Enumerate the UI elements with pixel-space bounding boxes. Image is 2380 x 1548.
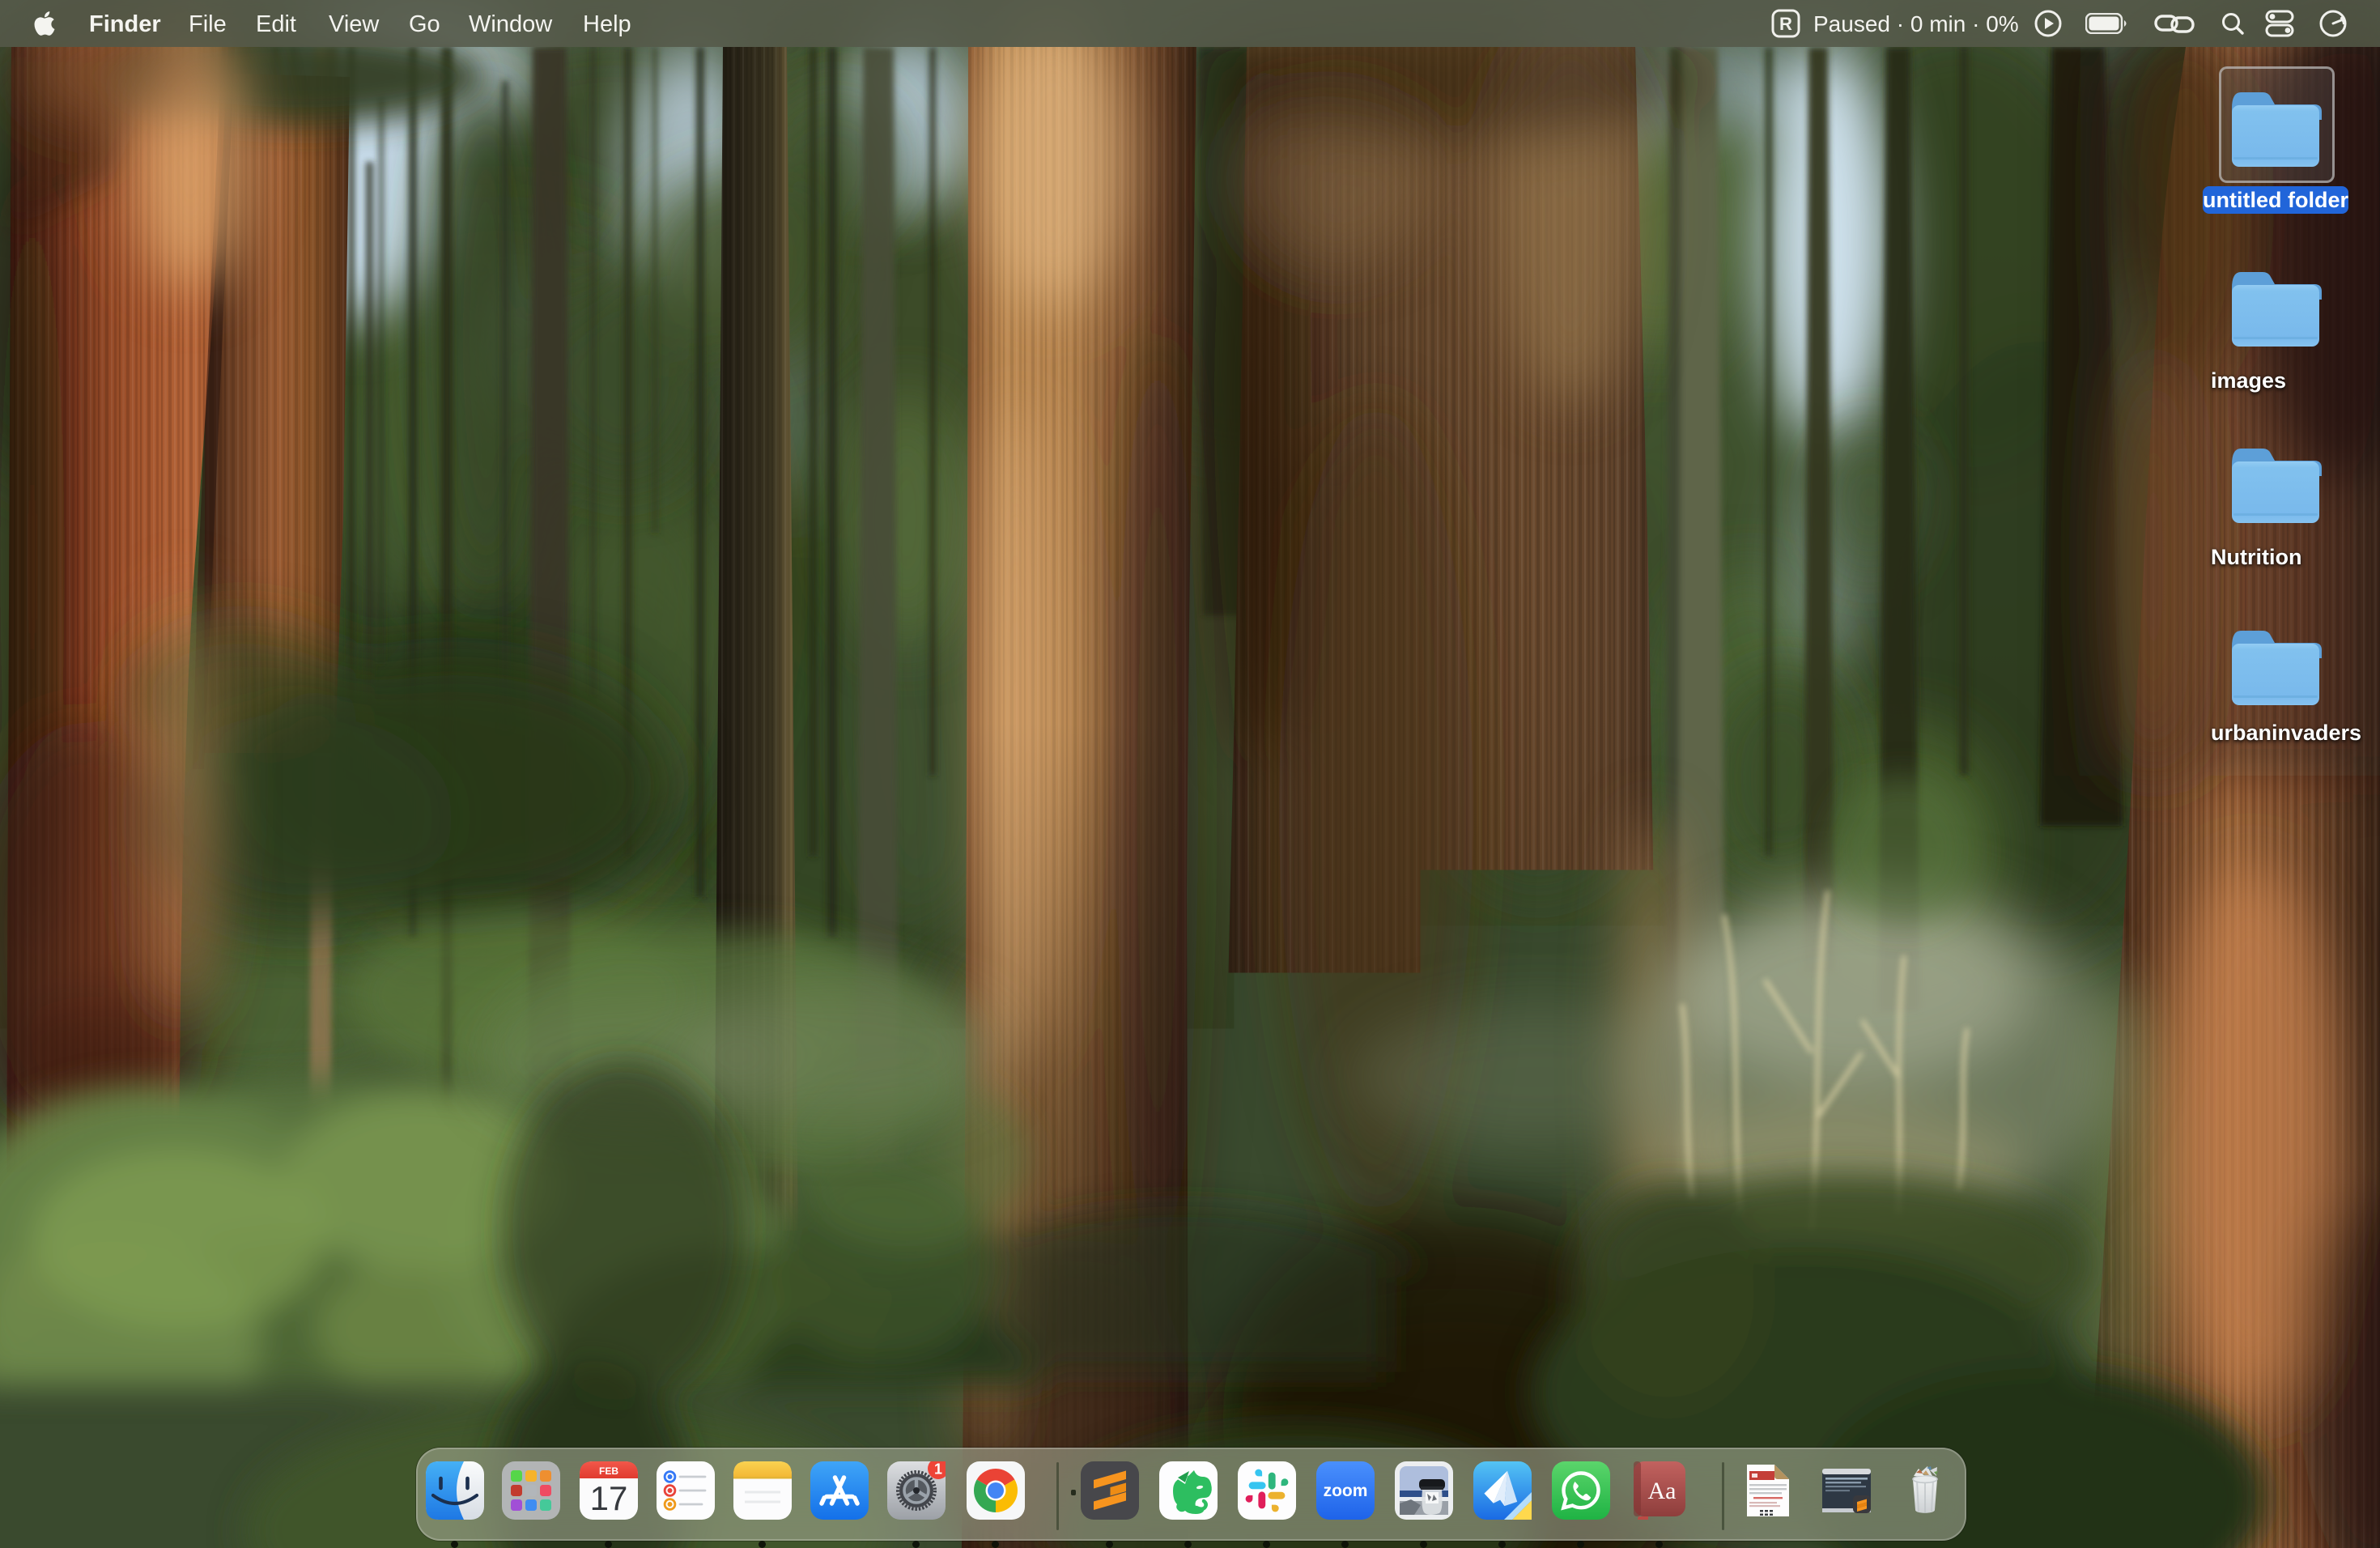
svg-text:zoom: zoom (1324, 1482, 1368, 1500)
svg-text:17: 17 (590, 1479, 628, 1517)
svg-text:1: 1 (934, 1461, 942, 1478)
svg-text:FEB: FEB (599, 1465, 618, 1477)
svg-text:R: R (1779, 14, 1792, 34)
svg-text:Aa: Aa (1648, 1478, 1677, 1504)
